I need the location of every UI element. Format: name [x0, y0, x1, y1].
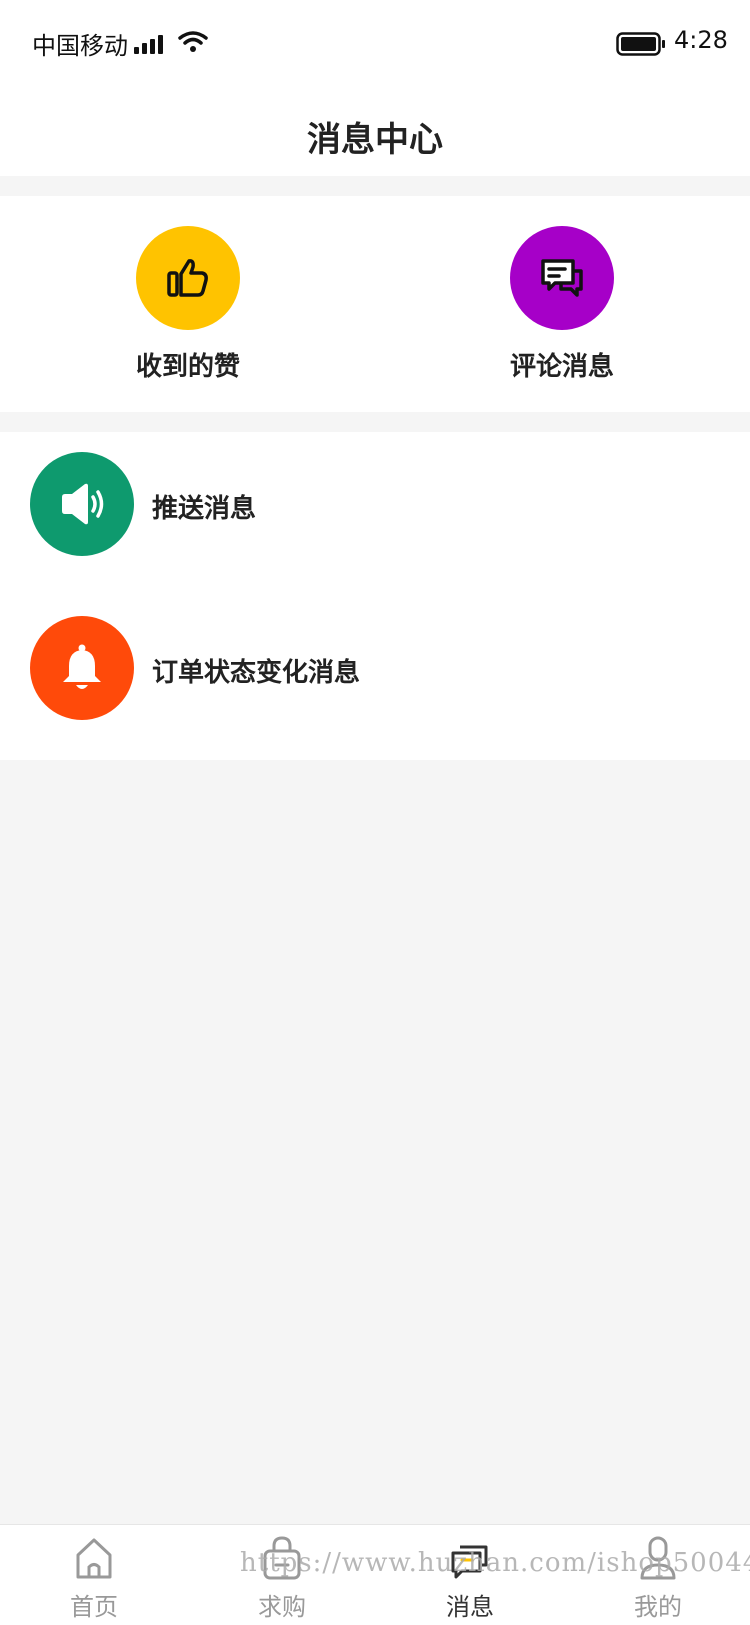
tab-bar: 首页 求购 消息 我的 [0, 1524, 750, 1625]
likes-received-label: 收到的赞 [135, 352, 240, 382]
wifi-icon [178, 31, 208, 52]
comment-messages-label: 评论消息 [509, 352, 614, 382]
tab-purchase-request-label: 求购 [258, 1593, 306, 1621]
tab-mine[interactable]: 我的 [564, 1525, 750, 1625]
shopping-bag-icon [263, 1536, 301, 1580]
push-messages-label: 推送消息 [152, 494, 257, 524]
order-status-messages-label: 订单状态变化消息 [152, 658, 361, 688]
page-title: 消息中心 [307, 120, 443, 160]
tab-messages[interactable]: 消息 [376, 1525, 564, 1625]
speaker-icon [62, 483, 104, 525]
order-status-icon-circle [30, 616, 134, 720]
tab-messages-label: 消息 [446, 1593, 494, 1621]
comment-messages-button[interactable]: 评论消息 [462, 226, 662, 383]
comments-icon-circle [510, 226, 614, 330]
list-item-order-status-messages[interactable]: 订单状态变化消息 [0, 596, 750, 736]
push-icon-circle [30, 452, 134, 556]
likes-icon-circle [136, 226, 240, 330]
message-icon [451, 1545, 488, 1579]
comment-icon [541, 259, 583, 297]
quick-actions-panel: 收到的赞 评论消息 [0, 196, 750, 412]
tab-home-label: 首页 [70, 1593, 118, 1621]
bell-icon [63, 644, 101, 689]
carrier-name: 中国移动 [32, 32, 128, 60]
list-item-push-messages[interactable]: 推送消息 [0, 432, 750, 572]
tab-purchase-request[interactable]: 求购 [188, 1525, 376, 1625]
likes-received-button[interactable]: 收到的赞 [88, 226, 288, 383]
message-list: 推送消息 订单状态变化消息 [0, 432, 750, 760]
thumbs-up-icon [167, 259, 208, 297]
tab-mine-label: 我的 [634, 1593, 682, 1621]
signal-strength-icon [134, 34, 163, 54]
home-icon [76, 1538, 112, 1579]
battery-icon [616, 32, 665, 56]
user-icon [640, 1536, 676, 1580]
tab-home[interactable]: 首页 [0, 1525, 188, 1625]
status-bar: 中国移动 4:28 [0, 0, 750, 88]
nav-header: 消息中心 [0, 88, 750, 176]
clock: 4:28 [674, 26, 728, 54]
